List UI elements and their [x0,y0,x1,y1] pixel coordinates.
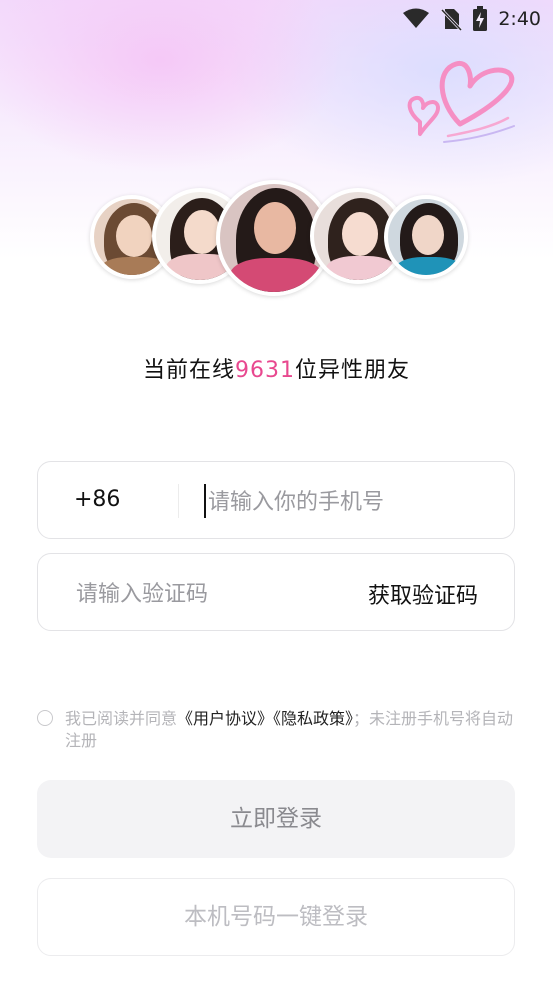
status-bar: 2:40 [0,0,553,38]
online-suffix: 位异性朋友 [295,358,411,383]
country-code[interactable]: +86 [74,487,120,512]
agreement-text: 我已阅读并同意《用户协议》《隐私政策》；未注册手机号将自动注册 [65,708,515,752]
field-divider [178,484,179,518]
privacy-policy-link[interactable]: 《隐私政策》 [273,709,353,728]
online-count: 9631 [235,358,295,383]
verification-code-input[interactable] [74,575,338,613]
no-sim-icon [441,8,463,31]
user-agreement-link[interactable]: 《用户协议》 [177,709,273,728]
online-prefix: 当前在线 [142,358,235,383]
phone-input[interactable] [206,483,500,521]
get-code-button[interactable]: 获取验证码 [368,578,478,610]
phone-field[interactable]: +86 [37,461,515,539]
online-count-text: 当前在线9631位异性朋友 [0,352,553,384]
heart-doodle-icon [407,60,515,143]
code-field[interactable]: 获取验证码 [37,553,515,631]
status-time: 2:40 [498,8,541,30]
wifi-icon [403,8,430,28]
one-key-login-button[interactable]: 本机号码一键登录 [37,878,515,956]
avatar-group [0,180,553,300]
avatar-5 [384,195,468,279]
agreement-text-1: 我已阅读并同意 [65,709,178,728]
agreement-checkbox[interactable] [37,710,53,726]
login-button[interactable]: 立即登录 [37,780,515,858]
battery-charging-icon [473,6,488,31]
